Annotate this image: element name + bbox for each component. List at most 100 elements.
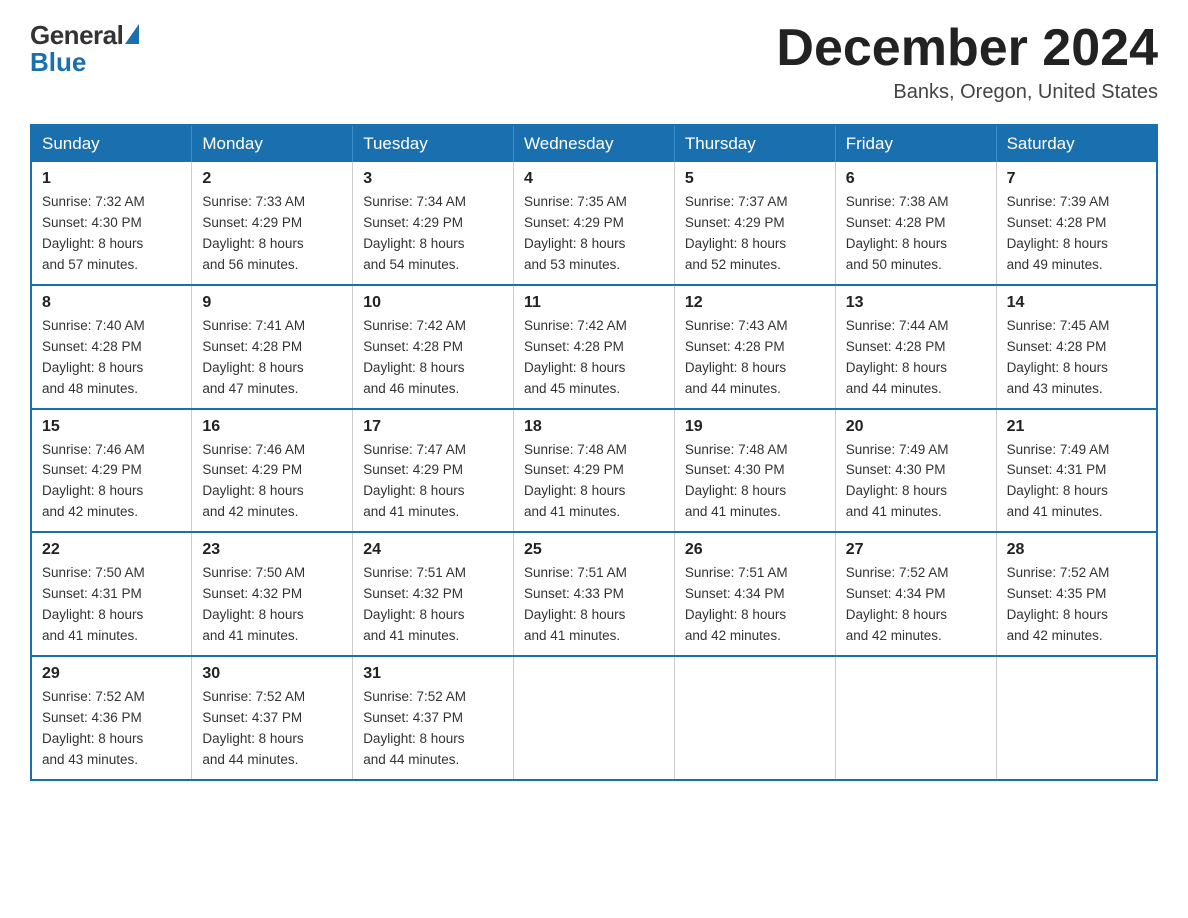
logo: General Blue [30, 20, 139, 78]
day-info: Sunrise: 7:52 AM Sunset: 4:34 PM Dayligh… [846, 563, 986, 647]
calendar-cell: 1 Sunrise: 7:32 AM Sunset: 4:30 PM Dayli… [31, 162, 192, 285]
calendar-week-row: 1 Sunrise: 7:32 AM Sunset: 4:30 PM Dayli… [31, 162, 1157, 285]
day-of-week-header: Sunday [31, 125, 192, 162]
day-info: Sunrise: 7:50 AM Sunset: 4:31 PM Dayligh… [42, 563, 181, 647]
day-number: 27 [846, 541, 986, 559]
day-info: Sunrise: 7:35 AM Sunset: 4:29 PM Dayligh… [524, 192, 664, 276]
day-number: 17 [363, 418, 503, 436]
day-number: 26 [685, 541, 825, 559]
day-info: Sunrise: 7:52 AM Sunset: 4:37 PM Dayligh… [202, 687, 342, 771]
day-info: Sunrise: 7:34 AM Sunset: 4:29 PM Dayligh… [363, 192, 503, 276]
day-info: Sunrise: 7:32 AM Sunset: 4:30 PM Dayligh… [42, 192, 181, 276]
day-number: 19 [685, 418, 825, 436]
calendar-week-row: 29 Sunrise: 7:52 AM Sunset: 4:36 PM Dayl… [31, 656, 1157, 780]
day-number: 25 [524, 541, 664, 559]
day-info: Sunrise: 7:42 AM Sunset: 4:28 PM Dayligh… [524, 316, 664, 400]
day-of-week-header: Thursday [674, 125, 835, 162]
day-of-week-header: Tuesday [353, 125, 514, 162]
calendar-cell: 4 Sunrise: 7:35 AM Sunset: 4:29 PM Dayli… [514, 162, 675, 285]
day-number: 10 [363, 294, 503, 312]
day-info: Sunrise: 7:50 AM Sunset: 4:32 PM Dayligh… [202, 563, 342, 647]
day-info: Sunrise: 7:41 AM Sunset: 4:28 PM Dayligh… [202, 316, 342, 400]
day-number: 14 [1007, 294, 1146, 312]
day-number: 5 [685, 170, 825, 188]
month-title: December 2024 [776, 20, 1158, 77]
calendar-cell: 14 Sunrise: 7:45 AM Sunset: 4:28 PM Dayl… [996, 285, 1157, 409]
day-info: Sunrise: 7:42 AM Sunset: 4:28 PM Dayligh… [363, 316, 503, 400]
day-info: Sunrise: 7:52 AM Sunset: 4:36 PM Dayligh… [42, 687, 181, 771]
calendar-cell: 28 Sunrise: 7:52 AM Sunset: 4:35 PM Dayl… [996, 532, 1157, 656]
day-number: 31 [363, 665, 503, 683]
title-section: December 2024 Banks, Oregon, United Stat… [776, 20, 1158, 104]
calendar-cell: 16 Sunrise: 7:46 AM Sunset: 4:29 PM Dayl… [192, 409, 353, 533]
calendar-cell: 13 Sunrise: 7:44 AM Sunset: 4:28 PM Dayl… [835, 285, 996, 409]
day-info: Sunrise: 7:48 AM Sunset: 4:29 PM Dayligh… [524, 440, 664, 524]
calendar-cell: 18 Sunrise: 7:48 AM Sunset: 4:29 PM Dayl… [514, 409, 675, 533]
logo-triangle-icon [125, 24, 139, 44]
day-info: Sunrise: 7:51 AM Sunset: 4:34 PM Dayligh… [685, 563, 825, 647]
day-number: 7 [1007, 170, 1146, 188]
day-number: 6 [846, 170, 986, 188]
day-number: 13 [846, 294, 986, 312]
day-number: 3 [363, 170, 503, 188]
day-number: 1 [42, 170, 181, 188]
day-of-week-header: Friday [835, 125, 996, 162]
day-info: Sunrise: 7:43 AM Sunset: 4:28 PM Dayligh… [685, 316, 825, 400]
day-info: Sunrise: 7:33 AM Sunset: 4:29 PM Dayligh… [202, 192, 342, 276]
day-number: 20 [846, 418, 986, 436]
calendar-cell: 11 Sunrise: 7:42 AM Sunset: 4:28 PM Dayl… [514, 285, 675, 409]
day-info: Sunrise: 7:44 AM Sunset: 4:28 PM Dayligh… [846, 316, 986, 400]
day-info: Sunrise: 7:49 AM Sunset: 4:30 PM Dayligh… [846, 440, 986, 524]
day-info: Sunrise: 7:51 AM Sunset: 4:32 PM Dayligh… [363, 563, 503, 647]
day-number: 18 [524, 418, 664, 436]
day-number: 21 [1007, 418, 1146, 436]
calendar-cell: 17 Sunrise: 7:47 AM Sunset: 4:29 PM Dayl… [353, 409, 514, 533]
day-of-week-header: Saturday [996, 125, 1157, 162]
logo-blue-text: Blue [30, 47, 86, 78]
day-info: Sunrise: 7:37 AM Sunset: 4:29 PM Dayligh… [685, 192, 825, 276]
day-number: 23 [202, 541, 342, 559]
calendar-cell: 10 Sunrise: 7:42 AM Sunset: 4:28 PM Dayl… [353, 285, 514, 409]
day-info: Sunrise: 7:52 AM Sunset: 4:37 PM Dayligh… [363, 687, 503, 771]
calendar-cell [674, 656, 835, 780]
day-info: Sunrise: 7:47 AM Sunset: 4:29 PM Dayligh… [363, 440, 503, 524]
calendar-cell: 5 Sunrise: 7:37 AM Sunset: 4:29 PM Dayli… [674, 162, 835, 285]
calendar-cell: 8 Sunrise: 7:40 AM Sunset: 4:28 PM Dayli… [31, 285, 192, 409]
calendar-cell: 22 Sunrise: 7:50 AM Sunset: 4:31 PM Dayl… [31, 532, 192, 656]
day-info: Sunrise: 7:40 AM Sunset: 4:28 PM Dayligh… [42, 316, 181, 400]
day-info: Sunrise: 7:38 AM Sunset: 4:28 PM Dayligh… [846, 192, 986, 276]
day-of-week-header: Wednesday [514, 125, 675, 162]
day-number: 12 [685, 294, 825, 312]
calendar-cell: 29 Sunrise: 7:52 AM Sunset: 4:36 PM Dayl… [31, 656, 192, 780]
day-number: 16 [202, 418, 342, 436]
calendar-table: SundayMondayTuesdayWednesdayThursdayFrid… [30, 124, 1158, 780]
day-number: 28 [1007, 541, 1146, 559]
day-number: 11 [524, 294, 664, 312]
day-number: 4 [524, 170, 664, 188]
calendar-cell: 12 Sunrise: 7:43 AM Sunset: 4:28 PM Dayl… [674, 285, 835, 409]
day-info: Sunrise: 7:46 AM Sunset: 4:29 PM Dayligh… [42, 440, 181, 524]
day-of-week-header: Monday [192, 125, 353, 162]
day-info: Sunrise: 7:49 AM Sunset: 4:31 PM Dayligh… [1007, 440, 1146, 524]
calendar-cell: 3 Sunrise: 7:34 AM Sunset: 4:29 PM Dayli… [353, 162, 514, 285]
calendar-week-row: 22 Sunrise: 7:50 AM Sunset: 4:31 PM Dayl… [31, 532, 1157, 656]
calendar-week-row: 8 Sunrise: 7:40 AM Sunset: 4:28 PM Dayli… [31, 285, 1157, 409]
calendar-cell: 30 Sunrise: 7:52 AM Sunset: 4:37 PM Dayl… [192, 656, 353, 780]
day-info: Sunrise: 7:39 AM Sunset: 4:28 PM Dayligh… [1007, 192, 1146, 276]
calendar-cell: 26 Sunrise: 7:51 AM Sunset: 4:34 PM Dayl… [674, 532, 835, 656]
calendar-week-row: 15 Sunrise: 7:46 AM Sunset: 4:29 PM Dayl… [31, 409, 1157, 533]
day-number: 15 [42, 418, 181, 436]
calendar-cell: 19 Sunrise: 7:48 AM Sunset: 4:30 PM Dayl… [674, 409, 835, 533]
calendar-cell: 2 Sunrise: 7:33 AM Sunset: 4:29 PM Dayli… [192, 162, 353, 285]
calendar-cell: 31 Sunrise: 7:52 AM Sunset: 4:37 PM Dayl… [353, 656, 514, 780]
day-info: Sunrise: 7:48 AM Sunset: 4:30 PM Dayligh… [685, 440, 825, 524]
day-info: Sunrise: 7:51 AM Sunset: 4:33 PM Dayligh… [524, 563, 664, 647]
calendar-cell [514, 656, 675, 780]
day-number: 22 [42, 541, 181, 559]
day-number: 24 [363, 541, 503, 559]
day-info: Sunrise: 7:45 AM Sunset: 4:28 PM Dayligh… [1007, 316, 1146, 400]
calendar-header-row: SundayMondayTuesdayWednesdayThursdayFrid… [31, 125, 1157, 162]
calendar-cell: 15 Sunrise: 7:46 AM Sunset: 4:29 PM Dayl… [31, 409, 192, 533]
calendar-cell [835, 656, 996, 780]
day-number: 2 [202, 170, 342, 188]
